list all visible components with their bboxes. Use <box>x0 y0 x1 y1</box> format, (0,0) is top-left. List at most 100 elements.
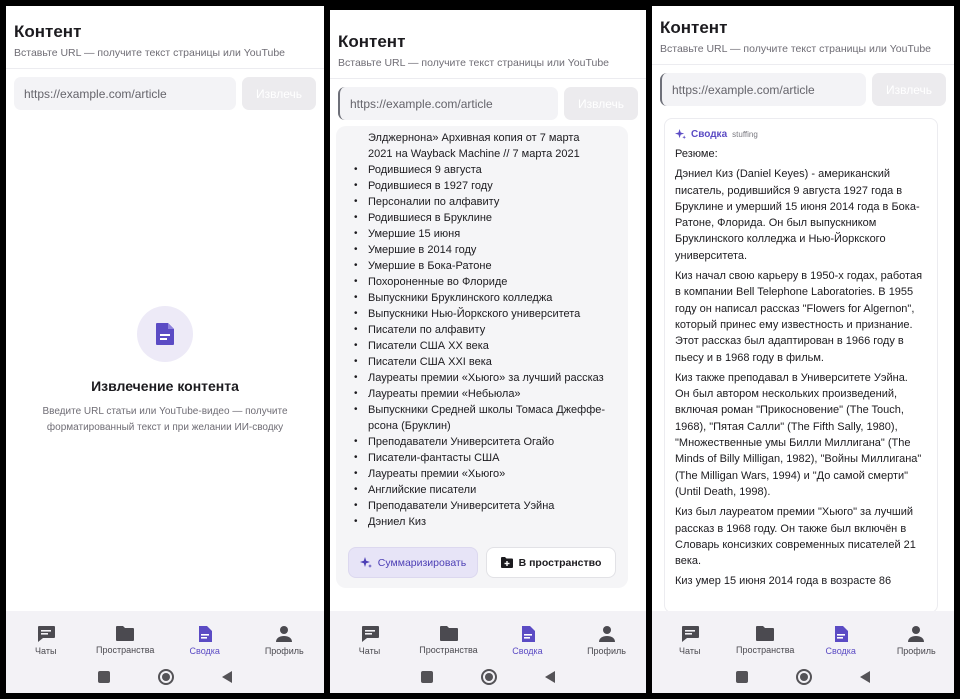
category-item: Писатели США XX века <box>352 338 618 354</box>
extract-button[interactable]: Извлечь <box>872 73 946 106</box>
extracted-lead-line: 2021 на Wayback Machine // 7 марта 2021 <box>368 148 580 160</box>
empty-state-title: Извлечение контента <box>91 378 239 394</box>
summary-heading: Резюме: <box>675 148 718 160</box>
nav-item-summary[interactable]: Сводка <box>493 625 563 656</box>
back-icon[interactable] <box>545 671 555 683</box>
document-icon <box>521 626 535 642</box>
category-item: Персоналии по алфавиту <box>352 194 618 210</box>
category-item: Похороненные во Флориде <box>352 274 618 290</box>
to-space-label: В пространство <box>518 556 602 569</box>
folder-icon <box>439 626 458 641</box>
bottom-nav: Чаты Пространства Сводка Профиль <box>330 611 646 656</box>
person-icon <box>598 626 615 642</box>
screen-summary: Контент Вставьте URL — получите текст ст… <box>652 6 954 693</box>
nav-label: Сводка <box>512 646 543 656</box>
document-icon <box>198 626 212 642</box>
home-icon[interactable] <box>158 669 174 685</box>
bottom-bar: Чаты Пространства Сводка Профиль <box>330 611 646 693</box>
nav-item-summary[interactable]: Сводка <box>806 625 876 656</box>
nav-label: Пространства <box>736 645 795 655</box>
url-input[interactable] <box>660 73 866 106</box>
summary-header: Сводка stuffing <box>665 119 937 140</box>
person-icon <box>908 626 925 642</box>
home-icon[interactable] <box>481 669 497 685</box>
nav-label: Сводка <box>189 646 220 656</box>
folder-icon <box>756 626 775 641</box>
nav-item-spaces[interactable]: Пространства <box>90 625 160 656</box>
nav-item-profile[interactable]: Профиль <box>881 625 951 656</box>
to-space-button[interactable]: В пространство <box>486 547 616 578</box>
nav-item-spaces[interactable]: Пространства <box>730 625 800 656</box>
nav-item-chats[interactable]: Чаты <box>655 625 725 656</box>
summarize-button[interactable]: Суммаризировать <box>348 547 478 578</box>
nav-item-profile[interactable]: Профиль <box>572 625 642 656</box>
page-title: Контент <box>660 18 728 37</box>
app-header: Контент Вставьте URL — получите текст ст… <box>6 6 324 59</box>
empty-state-badge <box>137 306 193 362</box>
nav-label: Профиль <box>896 646 936 656</box>
summary-paragraph: Киз также преподавал в Университете Уэйн… <box>675 371 922 498</box>
nav-label: Пространства <box>419 645 478 655</box>
nav-item-chats[interactable]: Чаты <box>335 625 405 656</box>
url-input[interactable] <box>338 87 558 120</box>
nav-label: Чаты <box>358 646 381 656</box>
nav-label: Профиль <box>587 646 626 656</box>
recents-icon[interactable] <box>421 671 433 683</box>
home-icon[interactable] <box>796 669 812 685</box>
url-row: Извлечь <box>652 73 954 106</box>
app-header: Контент Вставьте URL — получите текст ст… <box>652 6 954 55</box>
nav-item-profile[interactable]: Профиль <box>249 625 319 656</box>
url-row: Извлечь <box>330 87 646 120</box>
system-navigation <box>330 669 646 685</box>
extracted-content-card[interactable]: Элджернона» Архивная копия от 7 марта 20… <box>336 126 628 588</box>
page-subtitle: Вставьте URL — получите текст страницы и… <box>338 57 610 69</box>
category-item: Лауреаты премии «Хьюго» за лучший расска… <box>352 370 618 386</box>
bottom-bar: Чаты Пространства Сводка Профиль <box>652 611 954 693</box>
bottom-bar: Чаты Пространства Сводка Профиль <box>6 611 324 693</box>
nav-label: Профиль <box>264 646 304 656</box>
screen-extracted-content: Контент Вставьте URL — получите текст ст… <box>330 10 646 693</box>
category-item: Выпускники Средней школы Томаса Джеффе­р… <box>352 402 618 434</box>
summary-method-tag: stuffing <box>732 130 758 139</box>
nav-item-spaces[interactable]: Пространства <box>414 625 484 656</box>
system-navigation <box>6 669 324 685</box>
recents-icon[interactable] <box>736 671 748 683</box>
recents-icon[interactable] <box>98 671 110 683</box>
page-subtitle: Вставьте URL — получите текст страницы и… <box>14 47 286 59</box>
header-divider <box>330 78 646 79</box>
category-list: Родившиеся 9 августаРодившиеся в 1927 го… <box>352 162 618 530</box>
category-item: Писатели-фантасты США <box>352 450 618 466</box>
person-icon <box>276 626 293 642</box>
empty-state: Извлечение контента Введите URL статьи и… <box>6 306 324 436</box>
summary-card[interactable]: Сводка stuffing Резюме: Дэниел Киз (Dani… <box>664 118 938 613</box>
nav-item-chats[interactable]: Чаты <box>11 625 81 656</box>
content-actions: Суммаризировать В пространство <box>348 547 616 578</box>
extract-button[interactable]: Извлечь <box>564 87 638 120</box>
category-item: Выпускники Бруклинского колледжа <box>352 290 618 306</box>
page-title: Контент <box>338 32 406 51</box>
back-icon[interactable] <box>860 671 870 683</box>
category-item: Лауреаты премии «Хьюго» <box>352 466 618 482</box>
category-item: Выпускники Нью-Йоркского университета <box>352 306 618 322</box>
bottom-nav: Чаты Пространства Сводка Профиль <box>6 611 324 656</box>
folder-icon <box>116 626 135 641</box>
summarize-label: Суммаризировать <box>377 556 467 569</box>
url-row: Извлечь <box>6 77 324 110</box>
category-item: Преподаватели Университета Огайо <box>352 434 618 450</box>
nav-item-summary[interactable]: Сводка <box>170 625 240 656</box>
category-item: Родившиеся в Бруклине <box>352 210 618 226</box>
extracted-lead-line: Элджернона» Архивная копия от 7 марта <box>368 132 580 144</box>
category-item: Писатели по алфавиту <box>352 322 618 338</box>
extract-button[interactable]: Извлечь <box>242 77 316 110</box>
document-icon <box>156 323 174 345</box>
bottom-nav: Чаты Пространства Сводка Профиль <box>652 611 954 656</box>
chat-icon <box>37 626 55 642</box>
summary-paragraph: Дэниел Киз (Daniel Keyes) - американский… <box>675 168 920 262</box>
back-icon[interactable] <box>222 671 232 683</box>
category-item: Умершие 15 июня <box>352 226 618 242</box>
url-input[interactable] <box>14 77 236 110</box>
chat-icon <box>361 626 379 642</box>
summary-body: Резюме: Дэниел Киз (Daniel Keyes) - амер… <box>665 140 937 590</box>
category-item: Умершие в 2014 году <box>352 242 618 258</box>
folder-add-icon <box>500 557 513 568</box>
